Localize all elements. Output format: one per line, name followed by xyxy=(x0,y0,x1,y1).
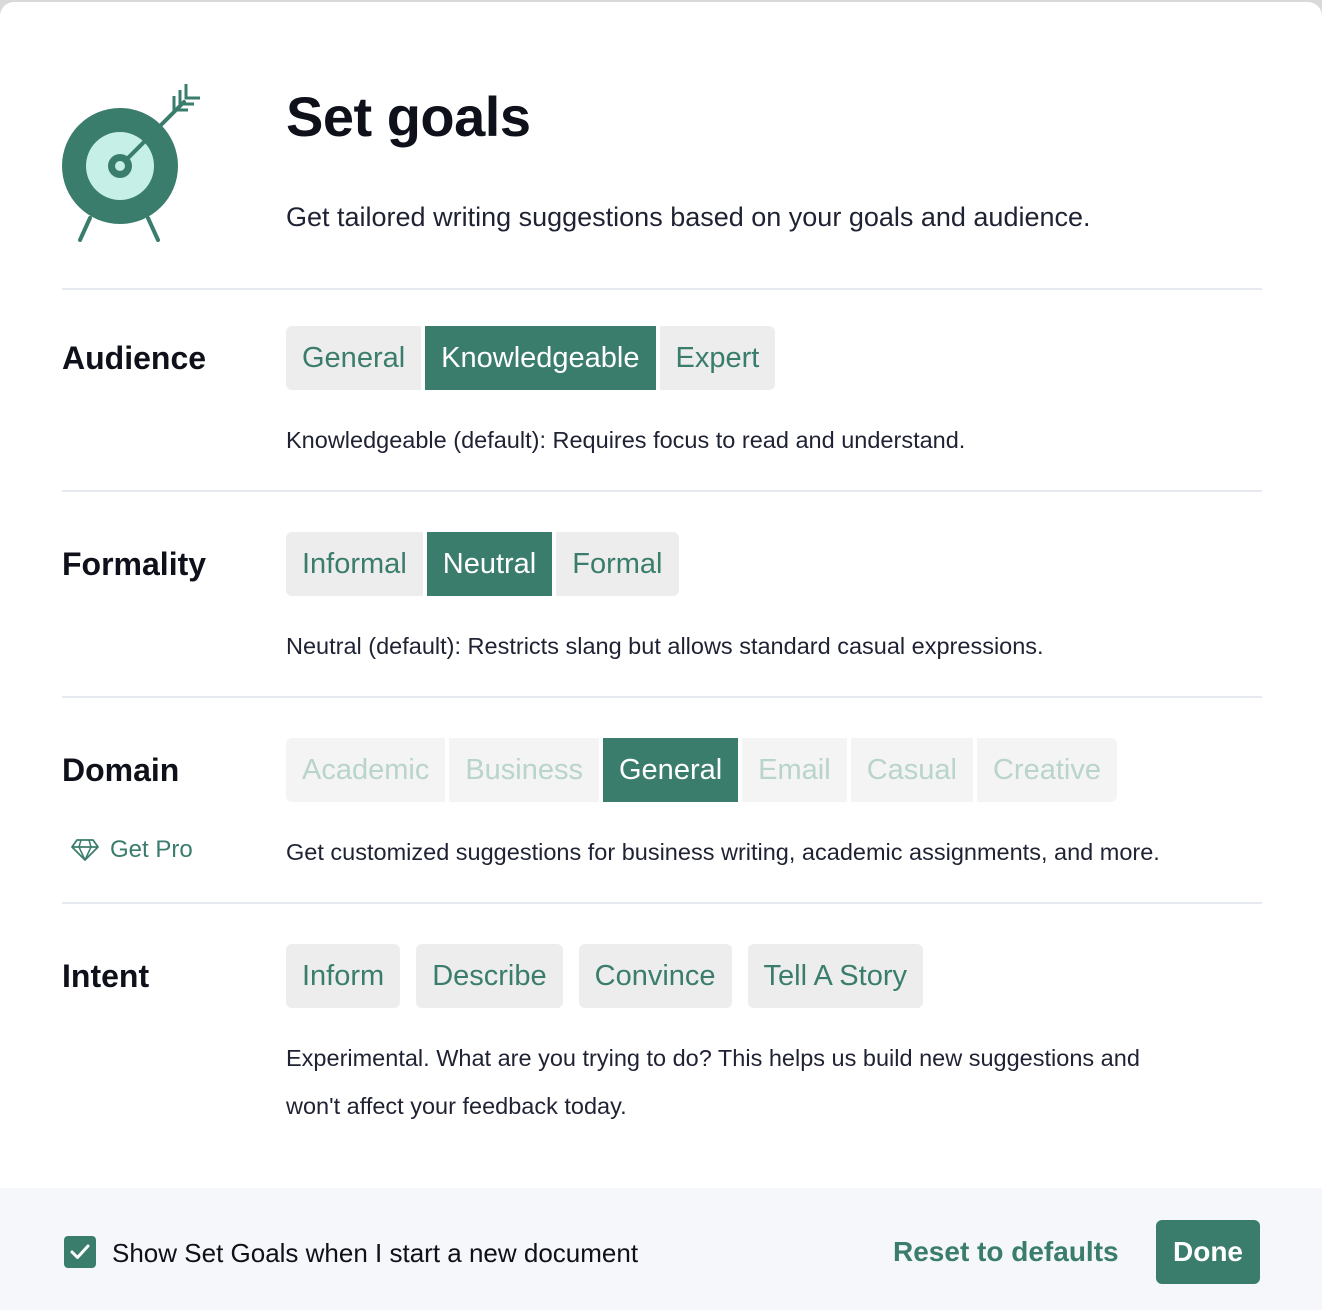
audience-description: Knowledgeable (default): Requires focus … xyxy=(286,427,966,453)
formality-option-neutral[interactable]: Neutral xyxy=(426,532,553,596)
get-pro-label: Get Pro xyxy=(110,836,193,863)
formality-option-informal[interactable]: Informal xyxy=(286,532,423,596)
formality-selector: Informal Neutral Formal xyxy=(286,532,679,596)
divider xyxy=(62,902,1262,904)
domain-option-general[interactable]: General xyxy=(603,738,739,802)
domain-label: Domain xyxy=(62,752,180,788)
intent-option-describe[interactable]: Describe xyxy=(416,944,563,1008)
audience-option-general[interactable]: General xyxy=(286,326,422,390)
target-arrow-icon xyxy=(62,84,200,242)
audience-label: Audience xyxy=(62,340,207,376)
domain-option-academic[interactable]: Academic xyxy=(286,738,446,802)
intent-option-convince[interactable]: Convince xyxy=(578,944,732,1008)
domain-section: Domain Academic Business General Email C… xyxy=(62,738,1262,878)
domain-option-email[interactable]: Email xyxy=(742,738,847,802)
formality-label: Formality xyxy=(62,546,207,582)
domain-option-creative[interactable]: Creative xyxy=(976,738,1117,802)
reset-to-defaults-button[interactable]: Reset to defaults xyxy=(893,1236,1119,1268)
dialog-title: Set goals xyxy=(286,85,531,148)
domain-description: Get customized suggestions for business … xyxy=(286,839,1160,865)
intent-label: Intent xyxy=(62,958,150,994)
intent-option-tell-a-story[interactable]: Tell A Story xyxy=(747,944,923,1008)
show-set-goals-label[interactable]: Show Set Goals when I start a new docume… xyxy=(112,1238,638,1269)
intent-section: Intent Inform Describe Convince Tell A S… xyxy=(62,944,1262,1144)
done-button[interactable]: Done xyxy=(1156,1220,1260,1284)
divider xyxy=(62,490,1262,492)
divider xyxy=(62,288,1262,290)
dialog-header: Set goals Get tailored writing suggestio… xyxy=(62,80,1262,260)
get-pro-link[interactable]: Get Pro xyxy=(70,836,193,864)
audience-option-expert[interactable]: Expert xyxy=(659,326,776,390)
formality-description: Neutral (default): Restricts slang but a… xyxy=(286,633,1044,659)
domain-selector: Academic Business General Email Casual C… xyxy=(286,738,1117,802)
audience-option-knowledgeable[interactable]: Knowledgeable xyxy=(425,326,656,390)
checkmark-icon xyxy=(70,1244,90,1259)
divider xyxy=(62,696,1262,698)
intent-description-line1: Experimental. What are you trying to do?… xyxy=(286,1045,1140,1071)
dialog-subtitle: Get tailored writing suggestions based o… xyxy=(286,202,1091,232)
audience-section: Audience General Knowledgeable Expert Kn… xyxy=(62,326,1262,466)
intent-description-line2: won't affect your feedback today. xyxy=(286,1093,627,1119)
intent-selector: Inform Describe Convince Tell A Story xyxy=(286,944,923,1008)
intent-option-inform[interactable]: Inform xyxy=(286,944,401,1008)
audience-selector: General Knowledgeable Expert xyxy=(286,326,776,390)
domain-option-casual[interactable]: Casual xyxy=(850,738,973,802)
domain-option-business[interactable]: Business xyxy=(449,738,599,802)
diamond-icon xyxy=(71,839,99,861)
set-goals-dialog: Set goals Get tailored writing suggestio… xyxy=(0,2,1322,1310)
show-set-goals-checkbox[interactable] xyxy=(64,1236,96,1268)
dialog-footer: Show Set Goals when I start a new docume… xyxy=(0,1188,1322,1310)
formality-option-formal[interactable]: Formal xyxy=(556,532,679,596)
formality-section: Formality Informal Neutral Formal Neutra… xyxy=(62,532,1262,672)
